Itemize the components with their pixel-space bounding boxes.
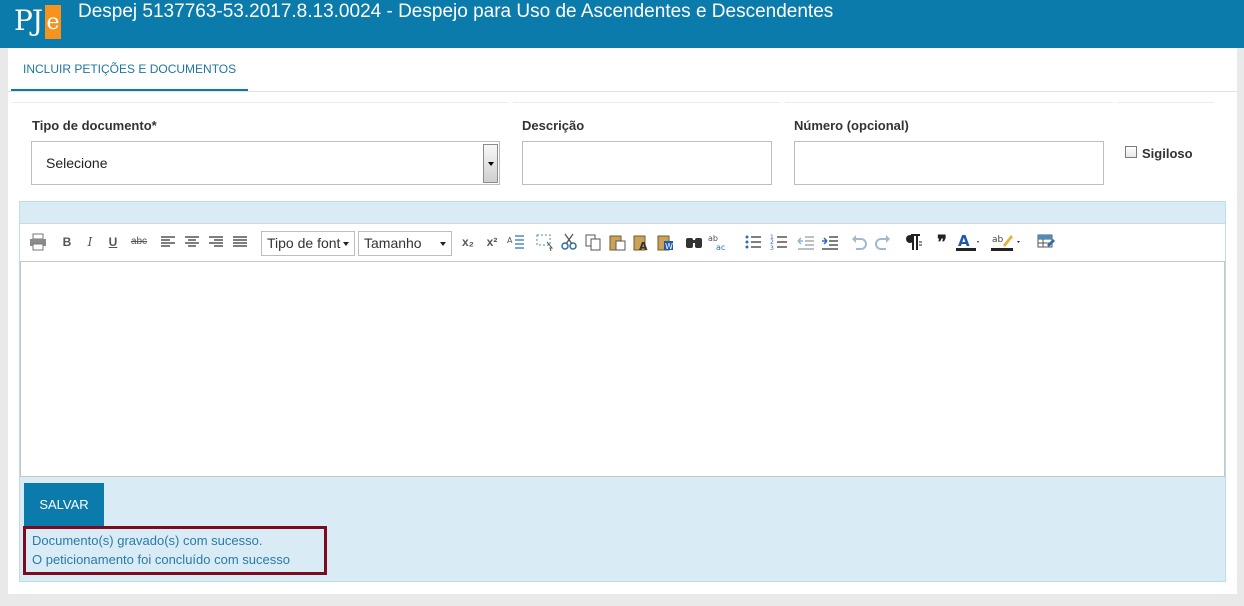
tipo-documento-value: Selecione bbox=[46, 155, 108, 171]
chevron-down-icon[interactable] bbox=[483, 144, 498, 183]
page-title: Despej 5137763-53.2017.8.13.0024 - Despe… bbox=[78, 1, 834, 22]
align-justify-icon[interactable] bbox=[231, 233, 249, 251]
paste-text-icon[interactable]: A bbox=[632, 233, 650, 251]
tab-incluir-peticoes[interactable]: INCLUIR PETIÇÕES E DOCUMENTOS bbox=[11, 48, 249, 91]
paragraph-icon[interactable] bbox=[904, 233, 922, 251]
sigiloso-checkbox[interactable] bbox=[1125, 146, 1137, 158]
text-color-icon[interactable]: A bbox=[956, 233, 980, 251]
tipo-documento-select[interactable]: Selecione bbox=[31, 141, 500, 185]
underline-button[interactable]: U bbox=[104, 224, 122, 260]
cut-icon[interactable] bbox=[560, 233, 578, 251]
svg-text:A: A bbox=[639, 240, 648, 251]
pje-logo[interactable]: PJ e bbox=[14, 2, 64, 44]
line-height-icon[interactable]: A bbox=[507, 233, 525, 251]
sigiloso-label: Sigiloso bbox=[1142, 146, 1193, 161]
highlight-color-icon[interactable]: ab bbox=[991, 233, 1021, 251]
strikethrough-button[interactable]: abc bbox=[127, 224, 151, 260]
align-right-icon[interactable] bbox=[207, 233, 225, 251]
subscript-button[interactable]: x₂ bbox=[458, 224, 478, 260]
logo-e: e bbox=[45, 5, 61, 39]
success-message-box: Documento(s) gravado(s) com sucesso. O p… bbox=[23, 526, 327, 575]
success-message: O peticionamento foi concluído com suces… bbox=[32, 552, 290, 567]
align-left-icon[interactable] bbox=[159, 233, 177, 251]
svg-text:3: 3 bbox=[770, 245, 774, 251]
outdent-icon[interactable] bbox=[797, 233, 815, 251]
svg-text:W: W bbox=[665, 242, 673, 251]
print-icon[interactable] bbox=[29, 233, 47, 251]
redo-icon[interactable] bbox=[874, 233, 892, 251]
field-separator bbox=[785, 102, 1113, 103]
bullet-list-icon[interactable] bbox=[744, 233, 762, 251]
field-separator bbox=[1117, 102, 1214, 103]
success-message: Documento(s) gravado(s) com sucesso. bbox=[32, 533, 263, 548]
superscript-button[interactable]: x² bbox=[482, 224, 502, 260]
svg-text:A: A bbox=[507, 236, 513, 245]
svg-text:ab: ab bbox=[708, 234, 718, 243]
replace-icon[interactable]: abac bbox=[708, 233, 726, 251]
field-separator bbox=[513, 102, 780, 103]
main-panel: INCLUIR PETIÇÕES E DOCUMENTOS Tipo de do… bbox=[8, 48, 1237, 594]
table-icon[interactable] bbox=[1037, 233, 1055, 251]
field-separator bbox=[12, 102, 508, 103]
find-icon[interactable] bbox=[685, 233, 703, 251]
descricao-input[interactable] bbox=[522, 141, 772, 185]
undo-icon[interactable] bbox=[850, 233, 868, 251]
top-bar: PJ e Despej 5137763-53.2017.8.13.0024 - … bbox=[0, 0, 1244, 48]
tab-divider bbox=[8, 91, 1237, 92]
blockquote-button[interactable]: ❞ bbox=[932, 224, 952, 260]
indent-icon[interactable] bbox=[821, 233, 839, 251]
paste-icon[interactable] bbox=[608, 233, 626, 251]
bold-button[interactable]: B bbox=[58, 224, 76, 260]
align-center-icon[interactable] bbox=[183, 233, 201, 251]
italic-button[interactable]: I bbox=[81, 224, 99, 260]
tipo-documento-label: Tipo de documento* bbox=[32, 118, 157, 133]
numbered-list-icon[interactable]: 123 bbox=[770, 233, 788, 251]
logo-text: PJ bbox=[14, 4, 43, 37]
svg-text:A: A bbox=[958, 233, 970, 250]
numero-input[interactable] bbox=[794, 141, 1104, 185]
svg-text:ac: ac bbox=[716, 243, 725, 251]
svg-text:ab: ab bbox=[992, 235, 1004, 245]
descricao-label: Descrição bbox=[522, 118, 585, 133]
editor-container: B I U abc Tipo de font Tamanho x₂ x² A A… bbox=[19, 201, 1226, 582]
editor-toolbar: B I U abc Tipo de font Tamanho x₂ x² A A… bbox=[20, 223, 1225, 261]
select-all-icon[interactable] bbox=[536, 233, 554, 251]
copy-icon[interactable] bbox=[584, 233, 602, 251]
font-size-select[interactable]: Tamanho bbox=[358, 231, 452, 256]
editor-body[interactable] bbox=[20, 261, 1225, 477]
paste-word-icon[interactable]: W bbox=[656, 233, 674, 251]
save-button[interactable]: SALVAR bbox=[24, 483, 104, 526]
numero-label: Número (opcional) bbox=[794, 118, 909, 133]
font-family-select[interactable]: Tipo de font bbox=[261, 231, 355, 256]
